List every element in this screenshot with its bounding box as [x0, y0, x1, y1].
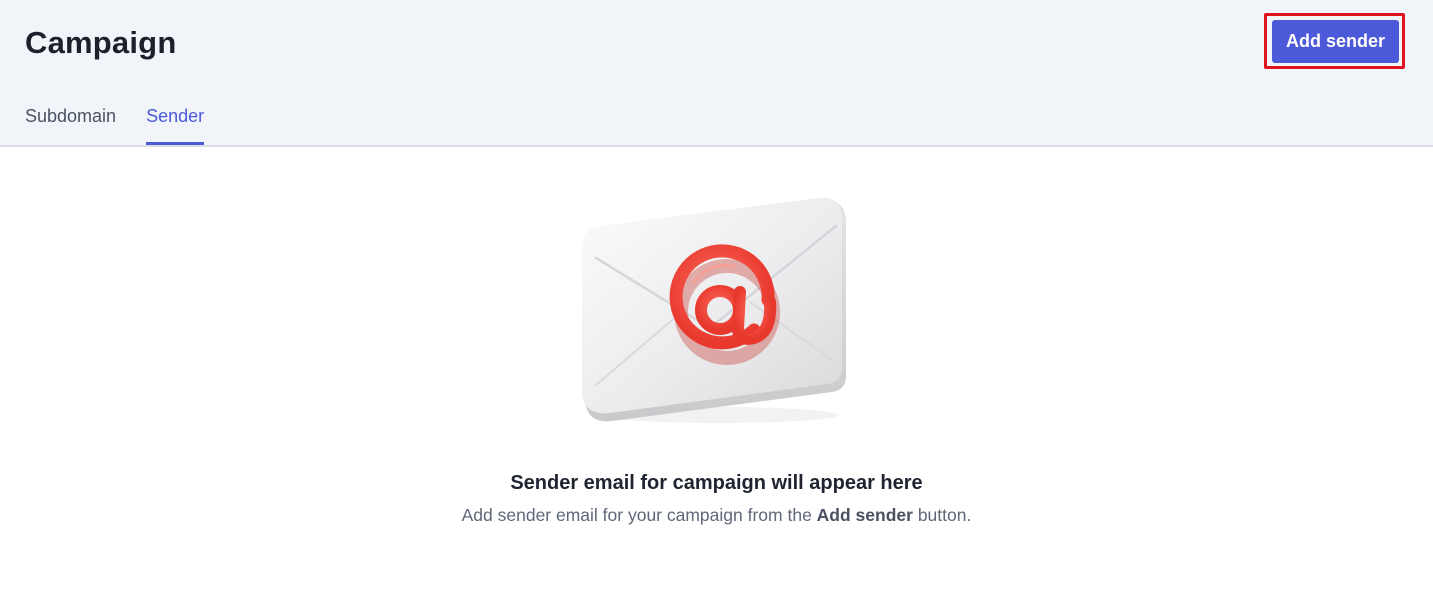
page-title: Campaign: [25, 25, 177, 60]
tab-subdomain[interactable]: Subdomain: [25, 100, 116, 145]
empty-state-title: Sender email for campaign will appear he…: [510, 472, 923, 494]
page-header: Campaign Add sender Subdomain Sender: [0, 0, 1433, 147]
empty-state-subtitle-suffix: button.: [917, 505, 972, 525]
tab-bar: Subdomain Sender: [25, 100, 234, 147]
tab-sender[interactable]: Sender: [146, 100, 205, 145]
empty-state-subtitle: Add sender email for your campaign from …: [0, 502, 1433, 528]
empty-state-subtitle-emphasis: Add sender: [816, 505, 913, 525]
email-envelope-icon: [560, 180, 870, 440]
empty-state-subtitle-prefix: Add sender email for your campaign from …: [461, 505, 812, 525]
add-sender-button[interactable]: Add sender: [1272, 20, 1399, 63]
